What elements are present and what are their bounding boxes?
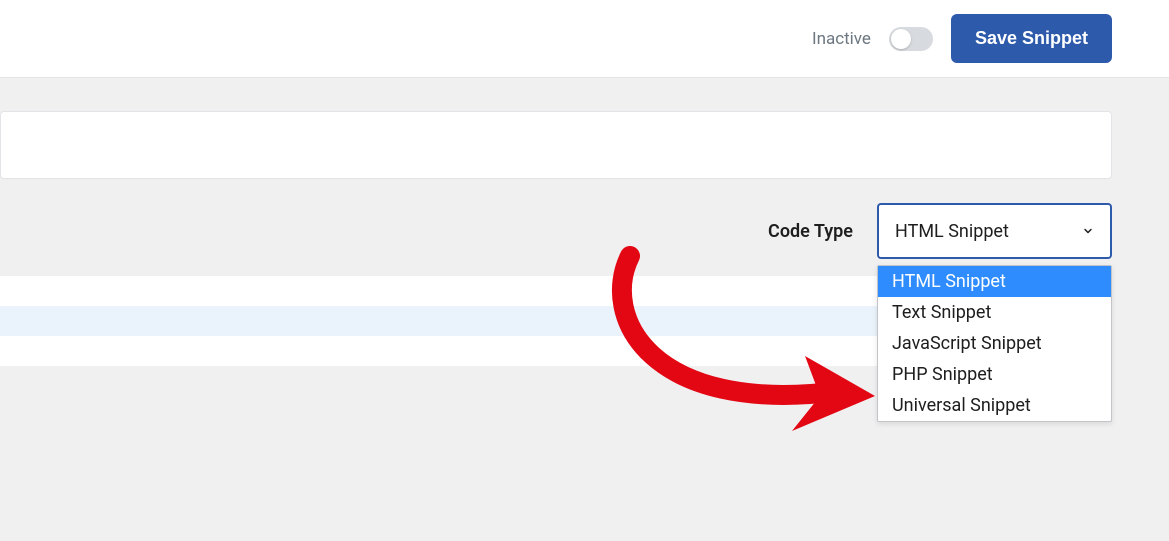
code-type-select[interactable]: HTML Snippet (877, 203, 1112, 259)
status-label: Inactive (812, 29, 871, 49)
code-type-selected-value: HTML Snippet (895, 221, 1009, 242)
option-html-snippet[interactable]: HTML Snippet (878, 266, 1111, 297)
header-bar: Inactive Save Snippet (0, 0, 1169, 78)
code-type-options-list: HTML Snippet Text Snippet JavaScript Sni… (877, 265, 1112, 422)
code-line-highlight (0, 306, 878, 336)
chevron-down-icon (1082, 225, 1094, 237)
content-area: Code Type HTML Snippet HTML Snippet Text… (0, 78, 1169, 541)
toggle-knob (891, 29, 911, 49)
option-php-snippet[interactable]: PHP Snippet (878, 359, 1111, 390)
save-snippet-button[interactable]: Save Snippet (951, 14, 1112, 63)
code-type-dropdown: HTML Snippet HTML Snippet Text Snippet J… (877, 203, 1112, 259)
option-javascript-snippet[interactable]: JavaScript Snippet (878, 328, 1111, 359)
snippet-title-input[interactable] (0, 111, 1112, 179)
option-universal-snippet[interactable]: Universal Snippet (878, 390, 1111, 421)
code-type-label: Code Type (768, 221, 853, 242)
status-toggle[interactable] (889, 27, 933, 51)
option-text-snippet[interactable]: Text Snippet (878, 297, 1111, 328)
code-type-row: Code Type HTML Snippet HTML Snippet Text… (0, 203, 1169, 259)
